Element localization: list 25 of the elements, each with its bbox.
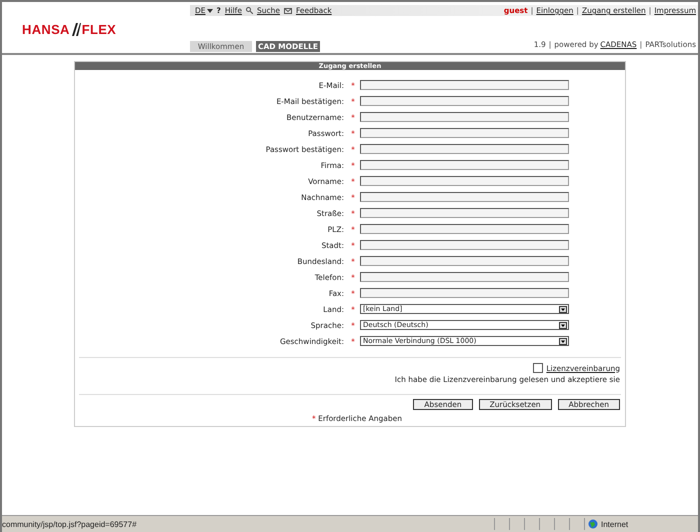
input-field[interactable] [360, 176, 569, 186]
dropdown-arrow-icon [559, 322, 567, 328]
globe-icon [588, 519, 598, 529]
input-field[interactable] [360, 144, 569, 154]
input-field[interactable] [360, 192, 569, 202]
input-field[interactable] [360, 224, 569, 234]
caret-icon [206, 8, 213, 12]
input-field[interactable] [360, 288, 569, 298]
search-icon [246, 7, 253, 14]
dropdown-arrow-icon [559, 306, 567, 312]
input-field[interactable] [360, 96, 569, 106]
input-field[interactable] [360, 256, 569, 266]
brand-logo: HANSA FLEX [22, 22, 116, 36]
status-url: community/jsp/top.jsf?pageid=69577# [2, 520, 138, 528]
input-field[interactable] [360, 240, 569, 250]
dropdown-arrow-icon [559, 338, 567, 344]
input-field[interactable] [360, 272, 569, 282]
input-field[interactable] [360, 160, 569, 170]
input-field[interactable] [360, 208, 569, 218]
input-field[interactable] [360, 112, 569, 122]
input-field[interactable] [360, 128, 569, 138]
mail-icon [284, 8, 292, 14]
zone-text: Internet [601, 520, 628, 528]
input-field[interactable] [360, 80, 569, 90]
license-checkbox[interactable] [533, 363, 544, 373]
